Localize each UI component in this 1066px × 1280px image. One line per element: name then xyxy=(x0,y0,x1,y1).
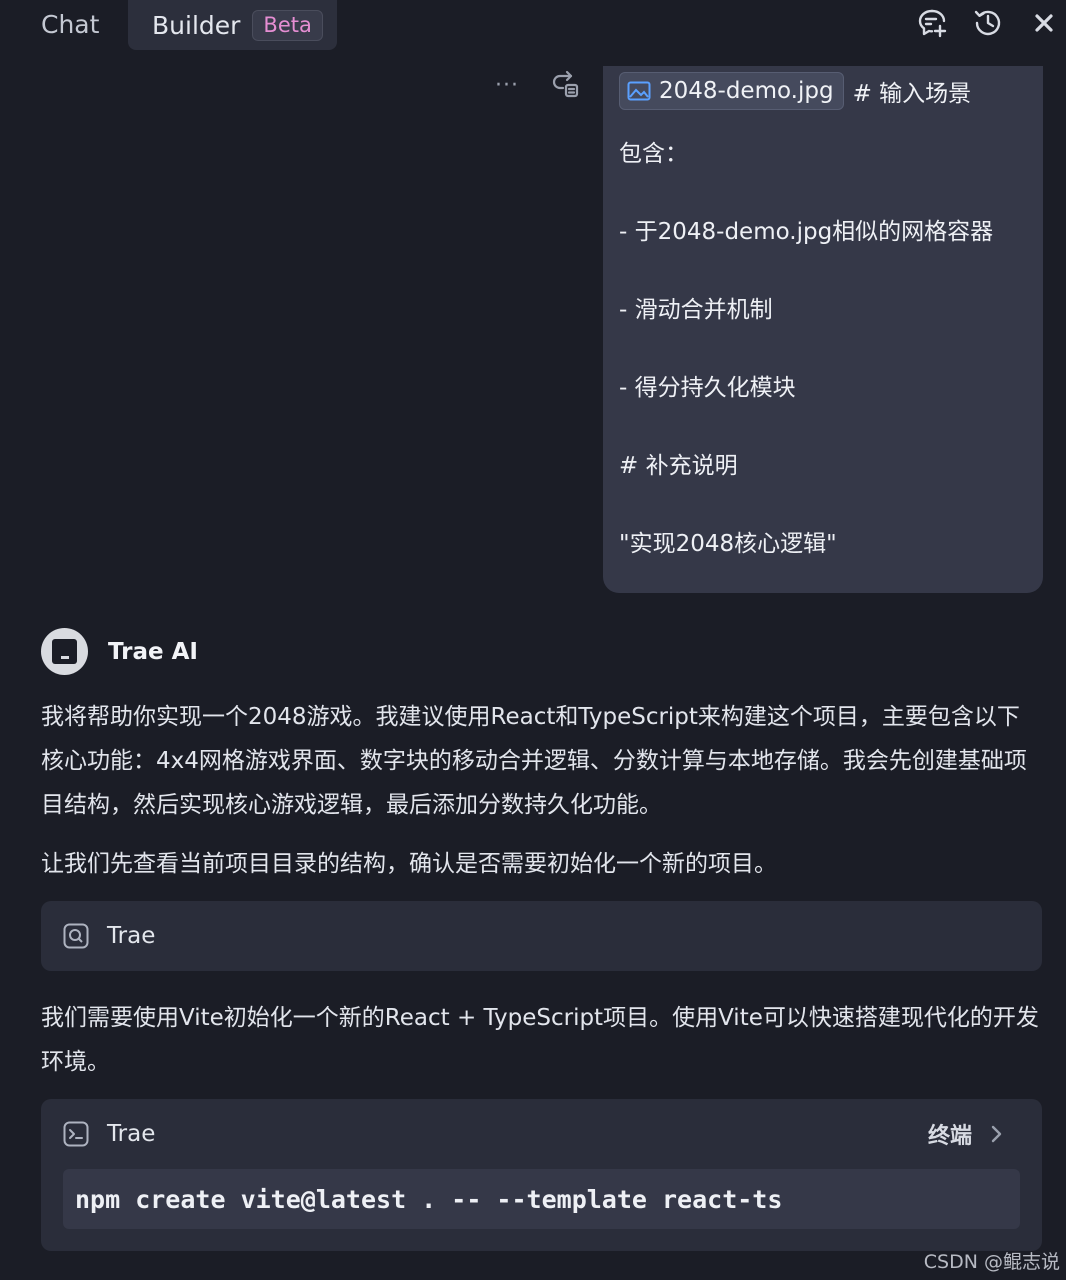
tool-name: Trae xyxy=(107,923,156,949)
new-chat-icon[interactable] xyxy=(916,7,948,39)
chevron-right-icon xyxy=(991,1125,1002,1143)
beta-badge: Beta xyxy=(252,9,323,41)
attachment-name: 2048-demo.jpg xyxy=(659,78,834,104)
message-line: # 补充说明 xyxy=(619,453,738,479)
history-icon[interactable] xyxy=(972,7,1004,39)
image-icon xyxy=(627,81,651,101)
assistant-paragraph: 我们需要使用Vite初始化一个新的React + TypeScript项目。使用… xyxy=(41,1005,1039,1075)
more-icon[interactable]: ··· xyxy=(495,71,519,101)
terminal-tool-card: Trae 终端 npm create vite@latest . -- --te… xyxy=(41,1099,1042,1251)
assistant-name: Trae AI xyxy=(108,638,198,665)
chat-panel: Chat Builder Beta ··· 2048-demo.jpg # 输入… xyxy=(0,0,1066,1280)
tab-bar: Chat Builder Beta xyxy=(0,0,1066,52)
terminal-command[interactable]: npm create vite@latest . -- --template r… xyxy=(63,1169,1020,1229)
tab-chat[interactable]: Chat xyxy=(41,8,99,42)
close-icon[interactable] xyxy=(1028,7,1056,39)
assistant-header: Trae AI xyxy=(41,628,198,675)
message-line: - 得分持久化模块 xyxy=(619,375,796,401)
attachment-row: 2048-demo.jpg # 输入场景 xyxy=(619,70,1029,112)
message-line: - 于2048-demo.jpg相似的网格容器 xyxy=(619,219,994,245)
search-icon xyxy=(63,923,89,949)
terminal-icon xyxy=(63,1121,89,1147)
avatar xyxy=(41,628,88,675)
message-actions: ··· xyxy=(495,68,581,104)
message-line: 包含： xyxy=(619,141,688,167)
attachment-chip[interactable]: 2048-demo.jpg xyxy=(619,72,844,110)
retry-icon[interactable] xyxy=(549,68,581,104)
assistant-paragraph: 我将帮助你实现一个2048游戏。我建议使用React和TypeScript来构建… xyxy=(41,704,1027,818)
tab-builder[interactable]: Builder Beta xyxy=(128,0,337,50)
watermark: CSDN @鲲志说 xyxy=(923,1251,1060,1273)
terminal-label: 终端 xyxy=(927,1124,972,1149)
attachment-suffix: # 输入场景 xyxy=(852,81,972,107)
tool-name: Trae xyxy=(107,1121,156,1147)
assistant-paragraph: 让我们先查看当前项目目录的结构，确认是否需要初始化一个新的项目。 xyxy=(41,851,777,877)
message-line: - 滑动合并机制 xyxy=(619,297,773,323)
search-tool-card[interactable]: Trae xyxy=(41,901,1042,971)
message-line: "实现2048核心逻辑" xyxy=(619,531,837,557)
open-terminal-button[interactable]: 终端 xyxy=(928,1118,1006,1150)
tab-builder-label: Builder xyxy=(152,10,241,40)
user-message-bubble: 2048-demo.jpg # 输入场景 包含： - 于2048-demo.jp… xyxy=(603,66,1043,593)
